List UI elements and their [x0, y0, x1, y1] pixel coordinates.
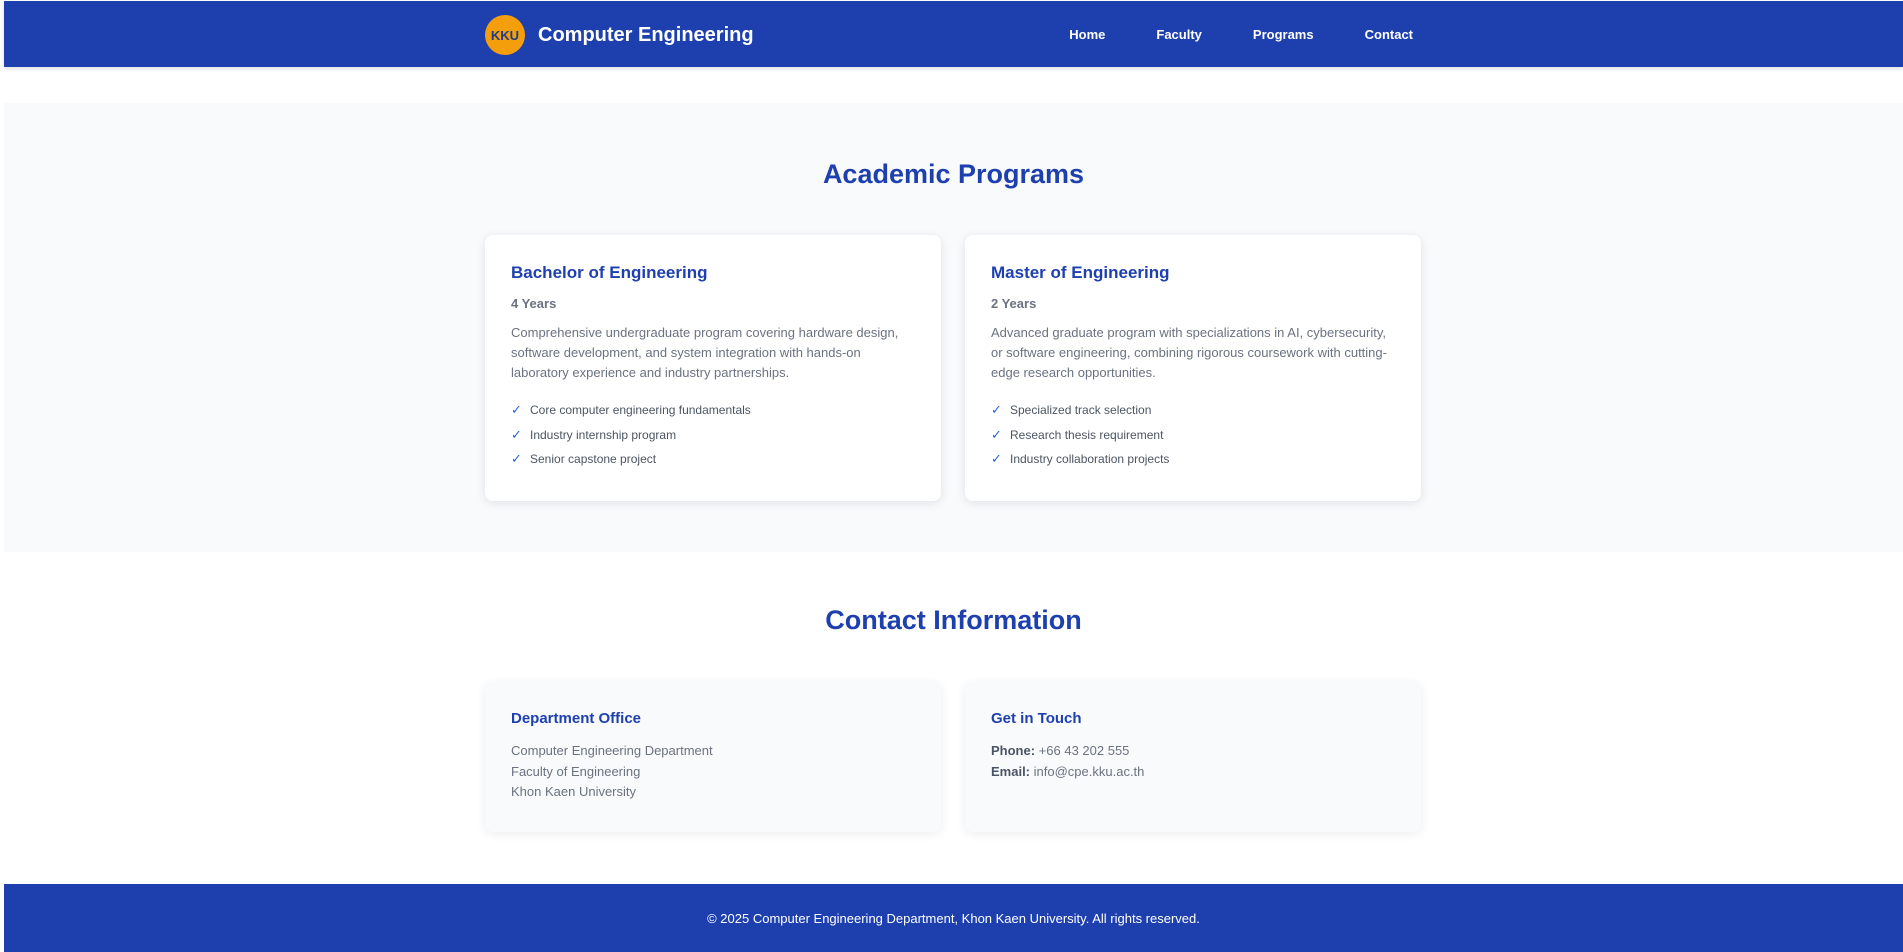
feature-item: ✓ Research thesis requirement — [991, 423, 1395, 448]
feature-item: ✓ Senior capstone project — [511, 447, 915, 472]
kku-logo: KKU — [485, 15, 525, 55]
check-icon: ✓ — [511, 451, 522, 467]
feature-item: ✓ Industry internship program — [511, 423, 915, 448]
address-line: Computer Engineering Department — [511, 743, 713, 758]
phone-label: Phone: — [991, 743, 1036, 758]
feature-item: ✓ Core computer engineering fundamentals — [511, 398, 915, 423]
check-icon: ✓ — [511, 402, 522, 418]
phone-value[interactable]: +66 43 202 555 — [1039, 743, 1130, 758]
program-title: Master of Engineering — [991, 263, 1170, 282]
programs-section: Academic Programs Bachelor of Engineerin… — [4, 103, 1903, 552]
get-in-touch-card: Get in Touch Phone: +66 43 202 555 Email… — [965, 682, 1421, 832]
nav-home-link[interactable]: Home — [1069, 27, 1105, 42]
program-description: Comprehensive undergraduate program cove… — [511, 325, 899, 380]
office-address: Computer Engineering Department Faculty … — [511, 741, 915, 803]
program-duration: 4 Years — [511, 296, 557, 311]
site-footer: © 2025 Computer Engineering Department, … — [4, 884, 1903, 952]
program-features: ✓ Specialized track selection ✓ Research t… — [991, 398, 1395, 472]
main-nav: Home Faculty Programs Contact — [1069, 1, 1413, 67]
feature-item: ✓ Industry collaboration projects — [991, 447, 1395, 472]
site-header: KKU Computer Engineering Home Faculty Pr… — [4, 1, 1903, 67]
feature-label: Industry collaboration projects — [1010, 452, 1170, 467]
programs-title: Academic Programs — [822, 159, 1085, 189]
nav-programs-link[interactable]: Programs — [1253, 27, 1314, 42]
feature-label: Research thesis requirement — [1010, 427, 1164, 442]
touch-title: Get in Touch — [991, 710, 1082, 727]
phone-row: Phone: +66 43 202 555 — [991, 741, 1395, 762]
nav-contact-link[interactable]: Contact — [1365, 27, 1413, 42]
feature-item: ✓ Specialized track selection — [991, 398, 1395, 423]
check-icon: ✓ — [991, 402, 1002, 418]
brand[interactable]: KKU Computer Engineering — [485, 15, 754, 55]
check-icon: ✓ — [511, 426, 522, 442]
master-program-card: Master of Engineering 2 Years Advanced g… — [965, 235, 1421, 501]
site-title: Computer Engineering — [538, 23, 754, 46]
check-icon: ✓ — [991, 426, 1002, 442]
contact-details: Phone: +66 43 202 555 Email: info@cpe.kk… — [991, 741, 1395, 782]
address-line: Faculty of Engineering — [511, 763, 641, 779]
contact-title: Contact Information — [825, 605, 1082, 635]
check-icon: ✓ — [991, 451, 1002, 467]
email-label: Email: — [991, 763, 1031, 779]
program-duration: 2 Years — [991, 296, 1037, 311]
email-value[interactable]: info@cpe.kku.ac.th — [1034, 764, 1145, 779]
feature-label: Industry internship program — [530, 427, 677, 442]
email-row: Email: info@cpe.kku.ac.th — [991, 762, 1395, 783]
feature-label: Specialized track selection — [1010, 403, 1152, 418]
program-title: Bachelor of Engineering — [511, 263, 708, 282]
bachelor-program-card: Bachelor of Engineering 4 Years Comprehe… — [485, 235, 941, 501]
feature-label: Core computer engineering fundamentals — [530, 403, 751, 418]
office-title: Department Office — [511, 710, 642, 727]
address-line: Khon Kaen University — [511, 784, 637, 799]
feature-label: Senior capstone project — [530, 452, 657, 467]
program-features: ✓ Core computer engineering fundamentals … — [511, 398, 915, 472]
page: KKU Computer Engineering Home Faculty Pr… — [4, 0, 1903, 952]
program-description: Advanced graduate program with specializ… — [991, 325, 1387, 380]
department-office-card: Department Office Computer Engineering D… — [485, 682, 941, 832]
nav-faculty-link[interactable]: Faculty — [1156, 27, 1202, 42]
copyright-text: © 2025 Computer Engineering Department, … — [707, 910, 1200, 926]
